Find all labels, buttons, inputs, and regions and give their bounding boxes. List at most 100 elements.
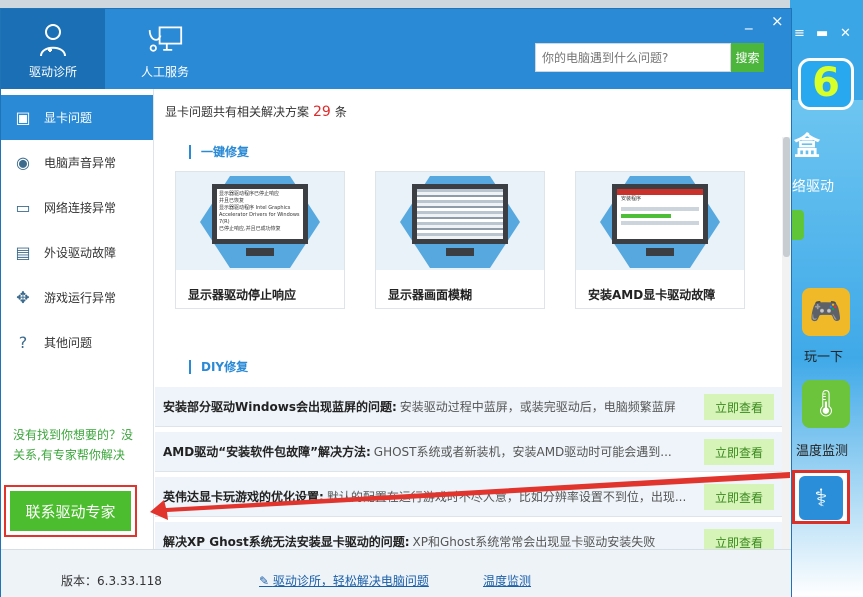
section-title-diy: DIY修复: [189, 360, 248, 374]
background-app-title: 盒: [794, 132, 821, 162]
list-item[interactable]: AMD驱动“安装软件包故障”解决方法: GHOST系统或者新装机，安装AMD驱动…: [155, 432, 782, 472]
card-illustration: [376, 172, 544, 270]
close-button[interactable]: ×: [771, 13, 784, 29]
background-app-subtitle: 络驱动: [792, 179, 834, 195]
tab-label: 驱动诊所: [28, 65, 77, 79]
driver-doctor-launcher[interactable]: ⚕: [792, 470, 850, 524]
background-green-button[interactable]: [790, 210, 804, 240]
question-icon: ?: [18, 332, 28, 352]
sidebar-item-peripheral[interactable]: ▤ 外设驱动故障: [1, 230, 153, 275]
background-tile-label: 温度监测: [796, 444, 849, 459]
search-input[interactable]: [535, 43, 731, 72]
solution-summary: 显卡问题共有相关解决方案 29 条: [165, 103, 347, 120]
clinic-link-label: 驱动诊所，轻松解决电脑问题: [272, 574, 429, 588]
contact-expert-button[interactable]: 联系驱动专家: [10, 491, 131, 531]
tab-label: 人工服务: [140, 65, 189, 79]
background-close-icon[interactable]: ✕: [840, 26, 851, 41]
view-now-button[interactable]: 立即查看: [704, 439, 774, 465]
sidebar-item-network[interactable]: ▭ 网络连接异常: [1, 185, 153, 230]
blurry-screen: [417, 189, 503, 239]
view-now-button[interactable]: 立即查看: [704, 484, 774, 510]
solution-count: 29: [313, 104, 331, 120]
contact-expert-highlight: 联系驱动专家: [4, 485, 137, 537]
monitor-stand: [246, 248, 274, 256]
fix-card[interactable]: 显示器画面模糊: [375, 171, 545, 309]
main-content: 显卡问题共有相关解决方案 29 条 一键修复 显示器驱动程序已停止响应 并且已恢复 …: [155, 89, 791, 549]
sidebar-item-label: 外设驱动故障: [44, 246, 117, 260]
driver-clinic-window: 驱动诊所 人工服务 _ × 搜索 ▣ 显卡问题 ◉ 电脑声音异常 ▭ 网络连接异…: [0, 8, 792, 597]
sidebar-item-label: 游戏运行异常: [44, 291, 117, 305]
row-title: 解决XP Ghost系统无法安装显卡驱动的问题:: [163, 535, 410, 549]
screen-text: 显示器驱动程序 Intel Graphics: [219, 205, 291, 211]
row-description: 默认的配置在运行游戏时不尽人意，比如分辨率设置不到位，出现...: [326, 490, 687, 504]
version-label: 版本：6.3.33.118: [61, 574, 162, 588]
clinic-link[interactable]: ✎ 驱动诊所，轻松解决电脑问题: [259, 572, 429, 589]
card-title: 显示器驱动停止响应: [188, 288, 297, 302]
background-minimize-icon[interactable]: ▬: [816, 26, 828, 41]
list-item[interactable]: 英伟达显卡玩游戏的优化设置: 默认的配置在运行游戏时不尽人意，比如分辨率设置不到…: [155, 477, 782, 517]
summary-prefix: 显卡问题共有相关解决方案: [165, 105, 310, 119]
monitor-stand: [646, 248, 674, 256]
screen-text: Accelerator Drivers for Windows 7(R): [219, 212, 300, 225]
card-illustration: 安装程序: [576, 172, 744, 270]
temperature-link[interactable]: 温度监测: [483, 572, 531, 589]
monitor-stand: [446, 248, 474, 256]
background-menu-icon[interactable]: ≡: [794, 26, 805, 41]
card-title: 显示器画面模糊: [388, 288, 473, 302]
list-item[interactable]: 解决XP Ghost系统无法安装显卡驱动的问题: XP和Ghost系统常常会出现…: [155, 522, 782, 549]
row-title: 英伟达显卡玩游戏的优化设置:: [163, 490, 324, 504]
row-description: GHOST系统或者新装机，安装AMD驱动时可能会遇到...: [373, 445, 672, 459]
search-button[interactable]: 搜索: [731, 43, 764, 72]
monitor-icon: [412, 184, 508, 244]
sidebar-item-other[interactable]: ? 其他问题: [1, 320, 153, 365]
footer: 版本：6.3.33.118 ✎ 驱动诊所，轻松解决电脑问题 温度监测: [1, 549, 791, 597]
sidebar-item-label: 网络连接异常: [44, 201, 117, 215]
summary-suffix: 条: [334, 105, 347, 119]
fix-card[interactable]: 安装程序 安装AMD显卡驱动故障: [575, 171, 745, 309]
display-card-icon: ▣: [15, 107, 31, 127]
sidebar-item-sound[interactable]: ◉ 电脑声音异常: [1, 140, 153, 185]
doctor-icon: [40, 24, 66, 57]
tab-manual-service[interactable]: 人工服务: [113, 9, 217, 89]
list-item[interactable]: 安装部分驱动Windows会出现蓝屏的问题: 安装驱动过程中蓝屏，或装完驱动后，…: [155, 387, 782, 427]
gamepad-icon: ✥: [16, 287, 30, 307]
row-title: AMD驱动“安装软件包故障”解决方法:: [163, 445, 371, 459]
background-app-logo: 6: [798, 58, 854, 110]
row-description: XP和Ghost系统常常会出现显卡驱动安装失败: [412, 535, 656, 549]
monitor-icon: 显示器驱动程序已停止响应 并且已恢复 显示器驱动程序 Intel Graphic…: [212, 184, 308, 244]
wrench-icon: ✎: [259, 574, 273, 588]
scrollbar-thumb[interactable]: [783, 137, 790, 257]
row-title: 安装部分驱动Windows会出现蓝屏的问题:: [163, 400, 397, 414]
card-title: 安装AMD显卡驱动故障: [588, 288, 716, 302]
peripheral-icon: ▤: [15, 242, 31, 262]
sidebar-item-display-card[interactable]: ▣ 显卡问题: [1, 95, 153, 140]
view-now-button[interactable]: 立即查看: [704, 529, 774, 549]
background-app: ≡ ▬ ✕ 6 盒 络驱动 🎮 玩一下 🌡 温度监测 ⚕: [790, 0, 863, 597]
sidebar: ▣ 显卡问题 ◉ 电脑声音异常 ▭ 网络连接异常 ▤ 外设驱动故障 ✥ 游戏运行…: [1, 89, 154, 549]
section-title-one-click: 一键修复: [189, 145, 249, 159]
window-header: 驱动诊所 人工服务 _ × 搜索: [1, 9, 791, 89]
fix-card[interactable]: 显示器驱动程序已停止响应 并且已恢复 显示器驱动程序 Intel Graphic…: [175, 171, 345, 309]
screen-text: 并且已恢复: [219, 198, 245, 204]
sidebar-item-label: 其他问题: [44, 336, 93, 350]
screen-text: 已停止响应,并且已成功恢复: [219, 226, 281, 232]
doctor-icon: ⚕: [799, 476, 843, 520]
thermometer-icon[interactable]: 🌡: [802, 380, 850, 428]
monitor-icon: 安装程序: [612, 184, 708, 244]
sound-icon: ◉: [16, 152, 30, 172]
background-tile-label: 玩一下: [804, 350, 844, 365]
card-illustration: 显示器驱动程序已停止响应 并且已恢复 显示器驱动程序 Intel Graphic…: [176, 172, 344, 270]
sidebar-item-game[interactable]: ✥ 游戏运行异常: [1, 275, 153, 320]
sidebar-item-label: 电脑声音异常: [44, 156, 117, 170]
network-icon: ▭: [15, 197, 31, 217]
tab-driver-clinic[interactable]: 驱动诊所: [1, 9, 105, 89]
content-scrollbar[interactable]: [782, 137, 791, 549]
service-icon: [148, 26, 183, 52]
minimize-button[interactable]: _: [745, 13, 753, 29]
sidebar-item-label: 显卡问题: [44, 111, 93, 125]
sidebar-help-text: 没有找到你想要的？没关系,有专家帮你解决: [13, 428, 134, 462]
screen-text: 显示器驱动程序已停止响应: [219, 191, 280, 197]
view-now-button[interactable]: 立即查看: [704, 394, 774, 420]
row-description: 安装驱动过程中蓝屏，或装完驱动后，电脑频繁蓝屏: [399, 400, 676, 414]
gamepad-icon[interactable]: 🎮: [802, 288, 850, 336]
